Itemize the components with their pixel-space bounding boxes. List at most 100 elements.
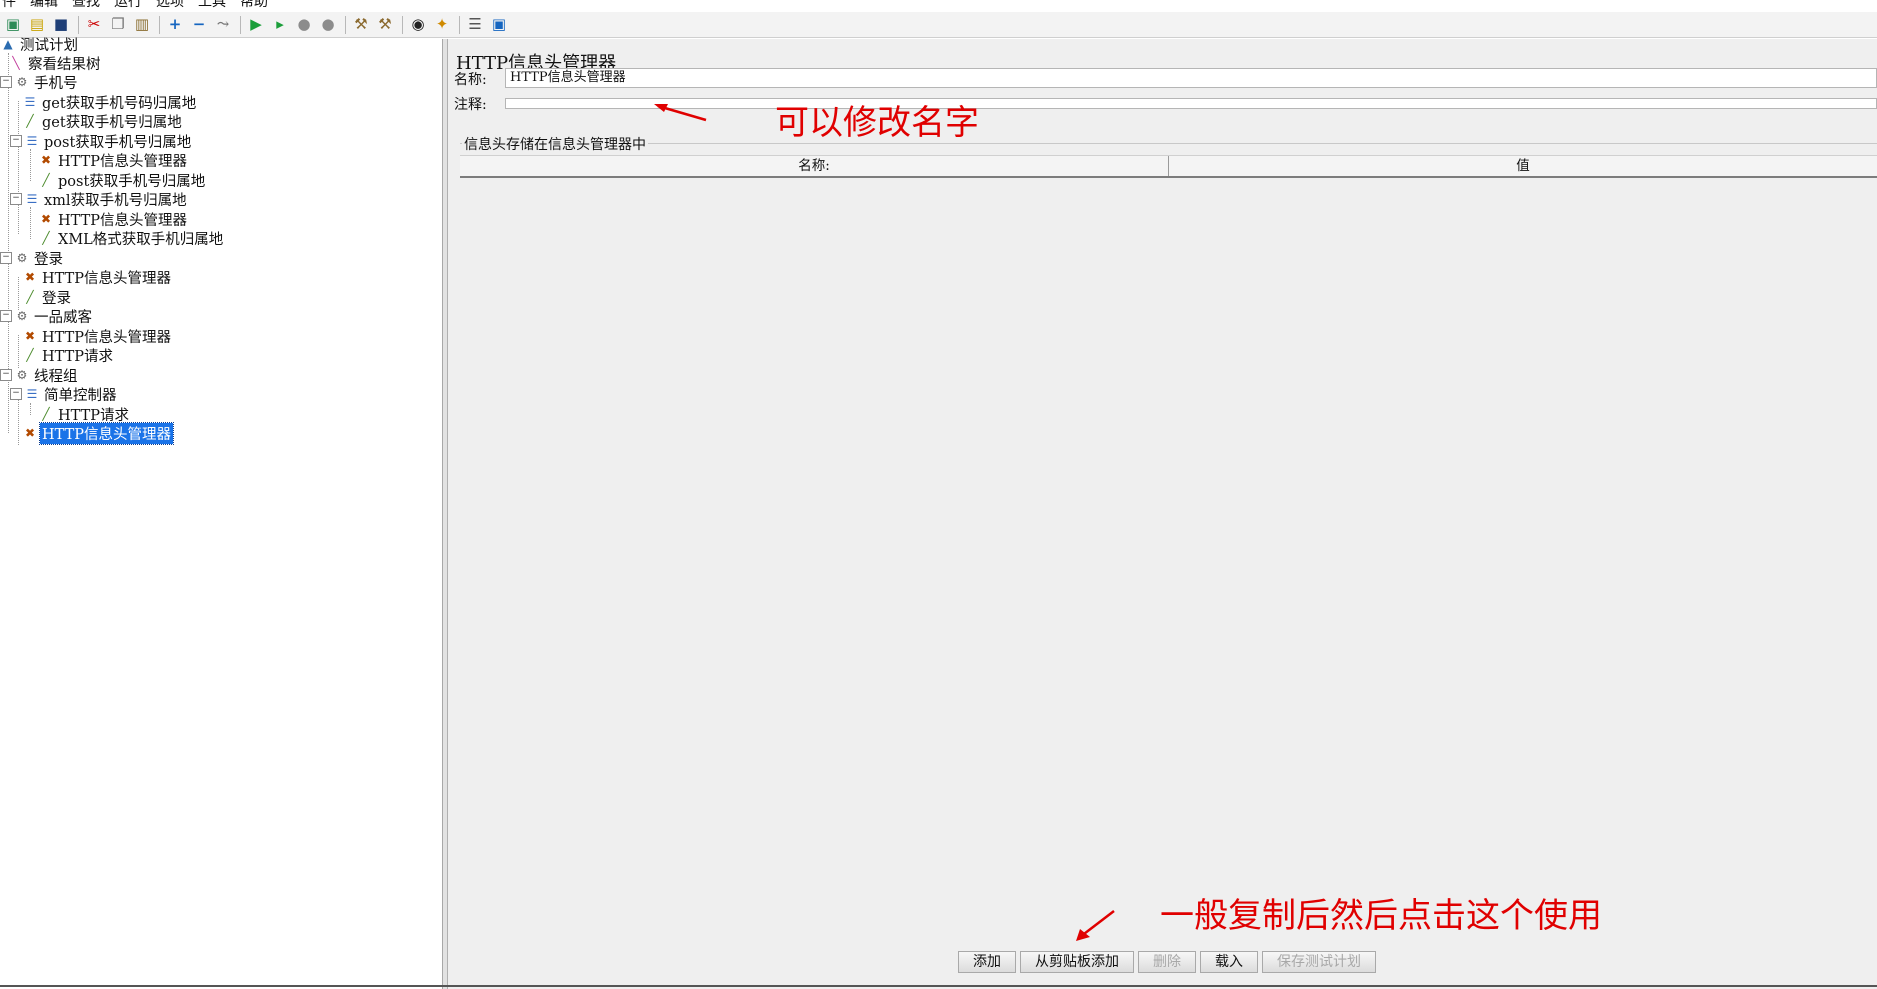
header-manager-panel: HTTP信息头管理器 名称: HTTP信息头管理器 注释: 信息头存储在信息头管… (448, 39, 1877, 989)
collapse-toggle[interactable]: − (0, 369, 12, 381)
listener-icon: ╲ (12, 56, 20, 70)
sampler-icon: ╱ (42, 407, 50, 421)
menu-edit[interactable]: 编辑 (30, 0, 58, 10)
test-plan-icon: ▲ (3, 37, 13, 51)
save-test-plan-button[interactable]: 保存测试计划 (1262, 951, 1376, 973)
tree-node-label: 一品威客 (34, 309, 92, 326)
sampler-icon: ╱ (26, 290, 34, 304)
tree-node-label: HTTP请求 (42, 348, 114, 365)
controller-icon: ☰ (26, 134, 38, 148)
toolbar-separator (159, 15, 160, 34)
controller-icon: ☰ (24, 95, 36, 109)
start-no-pause-icon[interactable]: ▸ (269, 14, 291, 36)
sampler-icon: ╱ (26, 348, 34, 362)
paste-icon[interactable]: ▥ (131, 14, 153, 36)
tree-node-label: HTTP信息头管理器 (42, 270, 172, 287)
collapse-icon[interactable]: − (188, 14, 210, 36)
collapse-toggle[interactable]: − (10, 388, 22, 400)
menu-run[interactable]: 运行 (114, 0, 142, 10)
clipboard-annotation: 一般复制后然后点击这个使用 (1160, 896, 1602, 936)
headers-table-header: 名称: 值 (460, 155, 1877, 178)
thread-group-icon: ⚙ (16, 75, 28, 89)
column-header-name[interactable]: 名称: (460, 156, 1169, 176)
rename-arrow (654, 104, 707, 122)
tree-node-thread-group[interactable]: − ⚙ 一品威客 (0, 305, 94, 327)
shutdown-icon[interactable]: ● (317, 14, 339, 36)
tree-node-label: 手机号 (34, 75, 78, 92)
tree-node-header-manager[interactable]: ✖ HTTP信息头管理器 (22, 266, 173, 288)
function-helper-icon[interactable]: ☰ (464, 14, 486, 36)
expand-icon[interactable]: + (164, 14, 186, 36)
sampler-icon: ╱ (42, 173, 50, 187)
bottom-border (0, 985, 1877, 987)
menu-tools[interactable]: 工具 (198, 0, 226, 10)
tree-node-header-manager[interactable]: ✖ HTTP信息头管理器 (38, 149, 189, 171)
collapse-toggle[interactable]: − (10, 193, 22, 205)
toolbar-separator (345, 15, 346, 34)
toolbar: ▣ ▤ ■ ✂ ❐ ▥ + − ⤳ ▶ ▸ ● ● ⚒ ⚒ ◉ ✦ ☰ ▣ (0, 12, 1877, 38)
toolbar-separator (240, 15, 241, 34)
help-icon[interactable]: ▣ (488, 14, 510, 36)
name-label: 名称: (454, 72, 487, 88)
comment-label: 注释: (454, 97, 487, 113)
button-row: 添加 从剪贴板添加 删除 载入 保存测试计划 (958, 951, 1376, 973)
toolbar-separator (78, 15, 79, 34)
config-icon: ✖ (24, 426, 36, 440)
config-icon: ✖ (40, 212, 52, 226)
thread-group-icon: ⚙ (16, 309, 28, 323)
tree-node-label: XML格式获取手机归属地 (58, 231, 224, 248)
clear-icon[interactable]: ⚒ (350, 14, 372, 36)
stop-icon[interactable]: ● (293, 14, 315, 36)
menubar: 件 编辑 查找 运行 选项 工具 帮助 (0, 0, 268, 10)
rename-annotation: 可以修改名字 (775, 103, 979, 143)
headers-table-body[interactable] (460, 177, 1877, 937)
menu-search[interactable]: 查找 (72, 0, 100, 10)
add-button[interactable]: 添加 (958, 951, 1016, 973)
tree-node-label: HTTP信息头管理器 (58, 153, 188, 170)
reset-search-icon[interactable]: ✦ (431, 14, 453, 36)
cut-icon[interactable]: ✂ (83, 14, 105, 36)
load-button[interactable]: 载入 (1200, 951, 1258, 973)
tree-node-controller[interactable]: − ☰ xml获取手机号归属地 (10, 188, 189, 210)
toolbar-separator (402, 15, 403, 34)
name-field[interactable]: HTTP信息头管理器 (505, 68, 1877, 88)
toggle-icon[interactable]: ⤳ (212, 14, 234, 36)
headers-group-title: 信息头存储在信息头管理器中 (462, 134, 648, 154)
controller-icon: ☰ (26, 387, 38, 401)
tree-connector (18, 101, 19, 234)
tree-node-sampler[interactable]: ╱ get获取手机号归属地 (22, 110, 184, 132)
collapse-toggle[interactable]: − (0, 310, 12, 322)
config-icon: ✖ (24, 270, 36, 284)
tree-node-sampler[interactable]: ╱ HTTP请求 (22, 344, 115, 366)
collapse-toggle[interactable]: − (0, 76, 12, 88)
tree-node-label: xml获取手机号归属地 (44, 192, 187, 209)
test-plan-tree: ▲ 测试计划 ╲ 察看结果树 − ⚙ 手机号 ☰ get获取手机号码归属地 ╱ … (0, 37, 443, 989)
thread-group-icon: ⚙ (16, 368, 28, 382)
menu-help[interactable]: 帮助 (240, 0, 268, 10)
tree-node-sampler[interactable]: ╱ XML格式获取手机归属地 (38, 227, 225, 249)
start-icon[interactable]: ▶ (245, 14, 267, 36)
thread-group-icon: ⚙ (16, 251, 28, 265)
collapse-toggle[interactable]: − (0, 252, 12, 264)
column-header-value[interactable]: 值 (1169, 156, 1877, 176)
tree-node-controller[interactable]: − ☰ 简单控制器 (10, 383, 119, 405)
config-icon: ✖ (40, 153, 52, 167)
controller-icon: ☰ (26, 192, 38, 206)
tree-node-thread-group[interactable]: − ⚙ 手机号 (0, 71, 80, 93)
copy-icon[interactable]: ❐ (107, 14, 129, 36)
tree-connector (30, 207, 31, 239)
collapse-toggle[interactable]: − (10, 135, 22, 147)
search-icon[interactable]: ◉ (407, 14, 429, 36)
delete-button[interactable]: 删除 (1138, 951, 1196, 973)
tree-connector (30, 149, 31, 181)
tree-node-header-manager-selected[interactable]: ✖ HTTP信息头管理器 (22, 421, 175, 445)
sampler-icon: ╱ (42, 231, 50, 245)
sampler-icon: ╱ (26, 114, 34, 128)
menu-file[interactable]: 件 (2, 0, 16, 10)
clear-all-icon[interactable]: ⚒ (374, 14, 396, 36)
menu-options[interactable]: 选项 (156, 0, 184, 10)
tree-node-label: get获取手机号归属地 (42, 114, 182, 131)
add-from-clipboard-button[interactable]: 从剪贴板添加 (1020, 951, 1134, 973)
clipboard-arrow (1076, 910, 1115, 941)
config-icon: ✖ (24, 329, 36, 343)
